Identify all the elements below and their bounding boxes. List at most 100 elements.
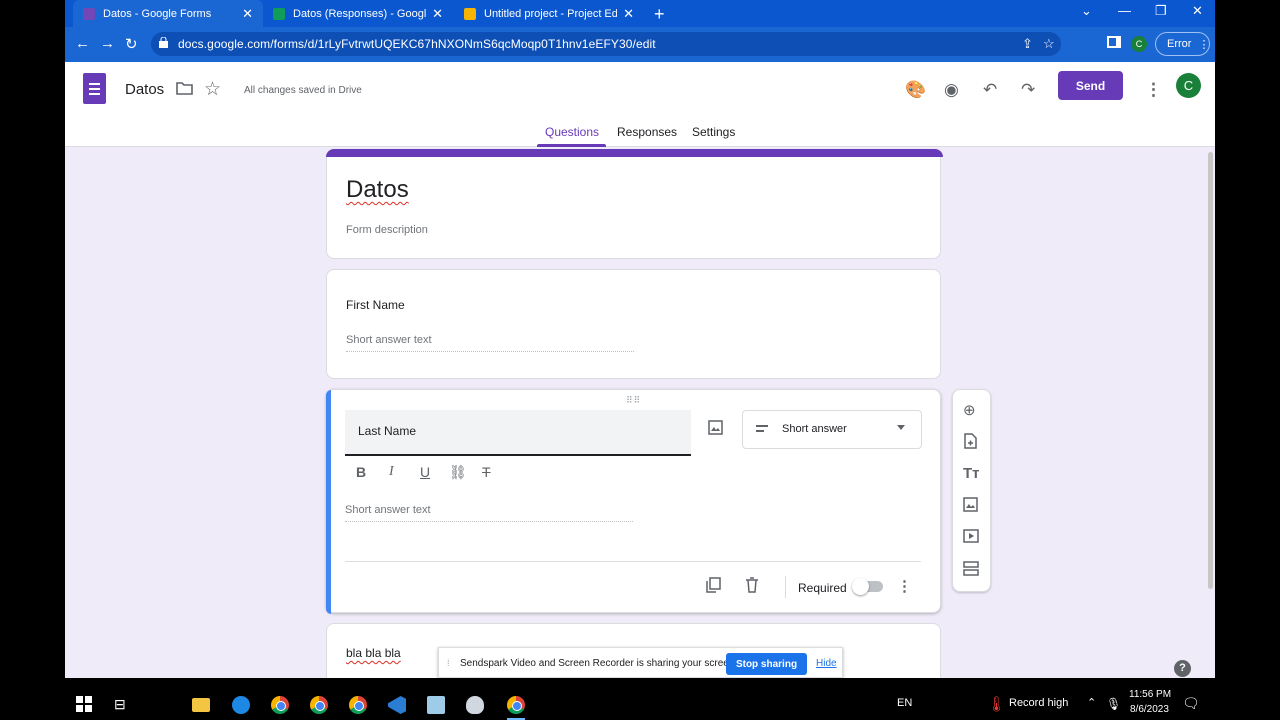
chrome-icon[interactable] — [310, 696, 328, 714]
add-section-icon[interactable] — [963, 561, 979, 580]
chrome-icon-active[interactable] — [507, 696, 525, 714]
page-scrollbar[interactable] — [1208, 152, 1213, 589]
add-video-icon[interactable] — [963, 529, 979, 547]
drag-handle-icon[interactable]: ⠿⠿ — [626, 395, 641, 406]
form-title-input[interactable]: Datos — [346, 176, 409, 204]
close-window-icon[interactable]: ✕ — [1192, 3, 1203, 19]
stop-sharing-button[interactable]: Stop sharing — [726, 653, 807, 675]
form-title-card[interactable]: Datos Form description — [326, 149, 943, 259]
vscode-icon[interactable] — [388, 696, 406, 714]
desktop: Datos - Google Forms ✕ Datos (Responses)… — [0, 0, 1280, 720]
google-forms-logo-icon[interactable] — [83, 73, 106, 104]
microphone-icon[interactable]: 🎙 — [1106, 697, 1121, 711]
italic-icon[interactable]: I — [389, 464, 394, 480]
import-questions-icon[interactable] — [963, 433, 978, 453]
tab-responses[interactable]: Responses — [617, 125, 677, 139]
star-icon[interactable]: ☆ — [204, 78, 221, 101]
close-tab-icon[interactable]: ✕ — [242, 6, 253, 22]
question-title-input[interactable]: Last Name — [345, 410, 691, 456]
notifications-icon[interactable]: 🗨 — [1182, 695, 1200, 712]
question-title: First Name — [346, 298, 405, 312]
file-explorer-icon[interactable] — [192, 698, 210, 712]
bold-icon[interactable]: B — [356, 464, 366, 480]
redo-icon[interactable]: ↷ — [1021, 80, 1035, 100]
url-text: docs.google.com/forms/d/1rLyFvtrwtUQEKC6… — [178, 37, 656, 51]
back-icon[interactable]: ← — [75, 35, 90, 52]
question-card-last-name[interactable]: ⠿⠿ Last Name Short answer B I U ⛓ T Shor… — [326, 389, 941, 614]
required-toggle[interactable] — [852, 578, 883, 595]
undo-icon[interactable]: ↶ — [983, 80, 997, 100]
send-button[interactable]: Send — [1058, 71, 1123, 100]
question-more-options-icon[interactable]: ⋮ — [897, 577, 912, 595]
error-button[interactable]: Error ⋮ — [1155, 32, 1210, 56]
edge-browser-icon[interactable] — [232, 696, 250, 714]
browser-tab-project[interactable]: Untitled project - Project Editor - ✕ — [454, 0, 644, 27]
menu-dots-icon: ⋮ — [1198, 38, 1210, 51]
chrome-icon[interactable] — [271, 696, 289, 714]
customize-theme-icon[interactable]: 🎨 — [905, 80, 926, 100]
underline-icon[interactable]: U — [420, 464, 430, 480]
question-type-dropdown[interactable]: Short answer — [742, 410, 922, 449]
account-avatar[interactable]: C — [1176, 73, 1201, 98]
preview-eye-icon[interactable]: ◉ — [944, 80, 959, 100]
close-tab-icon[interactable]: ✕ — [432, 6, 443, 22]
browser-tab-forms[interactable]: Datos - Google Forms ✕ — [73, 0, 263, 27]
profile-avatar[interactable]: C — [1131, 36, 1147, 52]
task-view-icon[interactable]: ⊟ — [114, 696, 132, 714]
footer-separator — [785, 576, 786, 598]
clock-time[interactable]: 11:56 PM — [1129, 689, 1171, 700]
tab-search-icon[interactable]: ⌄ — [1081, 3, 1092, 19]
language-indicator[interactable]: EN — [897, 697, 912, 709]
hide-link[interactable]: Hide — [816, 658, 837, 669]
link-icon[interactable]: ⛓ — [449, 464, 467, 481]
bookmark-star-icon[interactable]: ☆ — [1043, 36, 1055, 52]
drag-grip-icon[interactable]: ⁞ — [447, 658, 450, 668]
selected-tab-indicator — [537, 144, 606, 147]
app-icon[interactable] — [466, 696, 484, 714]
reload-icon[interactable]: ↻ — [125, 35, 138, 53]
address-bar[interactable]: docs.google.com/forms/d/1rLyFvtrwtUQEKC6… — [151, 32, 1061, 56]
new-tab-icon[interactable]: + — [654, 4, 665, 25]
notepad-icon[interactable] — [427, 696, 445, 714]
add-image-icon[interactable] — [708, 420, 723, 438]
add-question-icon[interactable]: ⊕ — [963, 401, 976, 419]
share-page-icon[interactable]: ⇪ — [1022, 36, 1033, 52]
move-to-folder-icon[interactable] — [176, 80, 193, 100]
clock-date[interactable]: 8/6/2023 — [1130, 704, 1169, 715]
forward-icon[interactable]: → — [100, 35, 115, 52]
error-label: Error — [1167, 38, 1192, 50]
floating-add-toolbar: ⊕ Tт — [952, 389, 991, 592]
delete-icon[interactable] — [745, 577, 759, 597]
side-panel-icon[interactable] — [1107, 36, 1121, 48]
windows-start-icon[interactable] — [76, 696, 94, 714]
short-answer-icon — [756, 425, 768, 435]
form-description-input[interactable]: Form description — [346, 224, 428, 236]
weather-widget[interactable]: Record high — [1009, 697, 1068, 709]
restore-icon[interactable]: ❐ — [1155, 3, 1167, 19]
project-favicon-icon — [464, 7, 476, 20]
minimize-icon[interactable]: — — [1118, 3, 1131, 18]
document-title[interactable]: Datos — [125, 81, 164, 98]
app-header: Datos ☆ All changes saved in Drive 🎨 ◉ ↶… — [65, 62, 1215, 147]
close-tab-icon[interactable]: ✕ — [623, 6, 634, 22]
save-status: All changes saved in Drive — [244, 85, 362, 96]
add-title-description-icon[interactable]: Tт — [963, 465, 980, 482]
thermometer-icon: 🌡 — [987, 696, 1007, 713]
show-hidden-icons-icon[interactable]: ⌃ — [1087, 696, 1096, 709]
more-options-icon[interactable]: ⋮ — [1145, 80, 1162, 100]
question-card-first-name[interactable]: First Name Short answer text — [326, 269, 941, 379]
add-image-icon[interactable] — [963, 497, 978, 516]
screen-share-notification: ⁞ Sendspark Video and Screen Recorder is… — [438, 647, 843, 678]
chevron-down-icon — [897, 425, 905, 430]
tab-questions[interactable]: Questions — [545, 125, 599, 139]
toggle-knob — [852, 578, 869, 595]
forms-page: Datos ☆ All changes saved in Drive 🎨 ◉ ↶… — [65, 62, 1215, 678]
help-icon[interactable]: ? — [1174, 660, 1191, 677]
question-title-text: Last Name — [358, 424, 417, 438]
duplicate-icon[interactable] — [706, 577, 721, 597]
tab-title: Untitled project - Project Editor - — [484, 7, 618, 20]
clear-formatting-icon[interactable]: T — [482, 464, 491, 480]
chrome-icon[interactable] — [349, 696, 367, 714]
browser-tab-sheets[interactable]: Datos (Responses) - Google Shee ✕ — [263, 0, 453, 27]
tab-settings[interactable]: Settings — [692, 125, 735, 139]
